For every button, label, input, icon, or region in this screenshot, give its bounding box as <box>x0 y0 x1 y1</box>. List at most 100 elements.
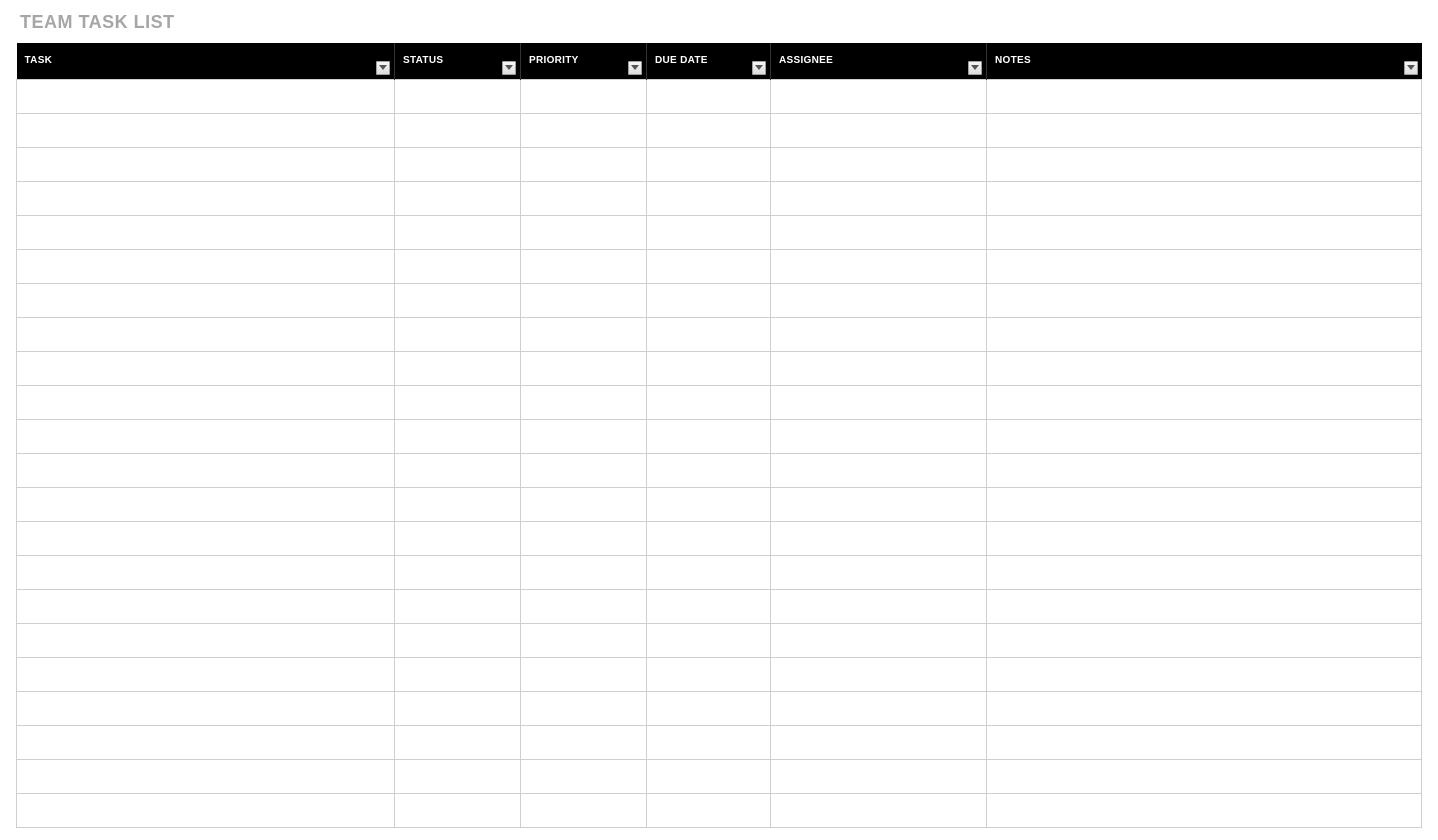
column-header-status[interactable]: STATUS <box>395 43 521 79</box>
filter-dropdown-button[interactable] <box>502 61 516 75</box>
cell-duedate[interactable] <box>647 793 771 827</box>
cell-notes[interactable] <box>987 521 1422 555</box>
cell-status[interactable] <box>395 249 521 283</box>
cell-priority[interactable] <box>521 419 647 453</box>
cell-task[interactable] <box>17 249 395 283</box>
cell-assignee[interactable] <box>771 147 987 181</box>
cell-duedate[interactable] <box>647 419 771 453</box>
cell-duedate[interactable] <box>647 759 771 793</box>
cell-notes[interactable] <box>987 793 1422 827</box>
cell-notes[interactable] <box>987 351 1422 385</box>
filter-dropdown-button[interactable] <box>376 61 390 75</box>
cell-duedate[interactable] <box>647 487 771 521</box>
column-header-notes[interactable]: NOTES <box>987 43 1422 79</box>
cell-notes[interactable] <box>987 555 1422 589</box>
cell-priority[interactable] <box>521 249 647 283</box>
cell-assignee[interactable] <box>771 793 987 827</box>
cell-task[interactable] <box>17 79 395 113</box>
cell-notes[interactable] <box>987 181 1422 215</box>
cell-status[interactable] <box>395 351 521 385</box>
cell-task[interactable] <box>17 555 395 589</box>
cell-priority[interactable] <box>521 793 647 827</box>
column-header-priority[interactable]: PRIORITY <box>521 43 647 79</box>
cell-assignee[interactable] <box>771 657 987 691</box>
cell-assignee[interactable] <box>771 623 987 657</box>
cell-notes[interactable] <box>987 623 1422 657</box>
cell-assignee[interactable] <box>771 181 987 215</box>
cell-task[interactable] <box>17 317 395 351</box>
cell-priority[interactable] <box>521 113 647 147</box>
cell-priority[interactable] <box>521 555 647 589</box>
cell-status[interactable] <box>395 487 521 521</box>
cell-task[interactable] <box>17 351 395 385</box>
cell-priority[interactable] <box>521 589 647 623</box>
filter-dropdown-button[interactable] <box>1404 61 1418 75</box>
cell-assignee[interactable] <box>771 589 987 623</box>
cell-assignee[interactable] <box>771 79 987 113</box>
cell-assignee[interactable] <box>771 385 987 419</box>
cell-assignee[interactable] <box>771 691 987 725</box>
cell-status[interactable] <box>395 385 521 419</box>
cell-notes[interactable] <box>987 385 1422 419</box>
cell-task[interactable] <box>17 215 395 249</box>
cell-status[interactable] <box>395 555 521 589</box>
cell-notes[interactable] <box>987 725 1422 759</box>
column-header-duedate[interactable]: DUE DATE <box>647 43 771 79</box>
cell-notes[interactable] <box>987 215 1422 249</box>
cell-assignee[interactable] <box>771 317 987 351</box>
cell-task[interactable] <box>17 691 395 725</box>
cell-status[interactable] <box>395 215 521 249</box>
cell-status[interactable] <box>395 79 521 113</box>
cell-notes[interactable] <box>987 453 1422 487</box>
cell-task[interactable] <box>17 113 395 147</box>
cell-priority[interactable] <box>521 283 647 317</box>
cell-notes[interactable] <box>987 79 1422 113</box>
cell-duedate[interactable] <box>647 283 771 317</box>
cell-notes[interactable] <box>987 317 1422 351</box>
cell-status[interactable] <box>395 691 521 725</box>
cell-notes[interactable] <box>987 147 1422 181</box>
cell-priority[interactable] <box>521 385 647 419</box>
cell-priority[interactable] <box>521 623 647 657</box>
cell-notes[interactable] <box>987 691 1422 725</box>
cell-priority[interactable] <box>521 487 647 521</box>
cell-duedate[interactable] <box>647 555 771 589</box>
filter-dropdown-button[interactable] <box>968 61 982 75</box>
cell-priority[interactable] <box>521 725 647 759</box>
cell-status[interactable] <box>395 317 521 351</box>
cell-status[interactable] <box>395 589 521 623</box>
cell-assignee[interactable] <box>771 249 987 283</box>
cell-priority[interactable] <box>521 181 647 215</box>
cell-priority[interactable] <box>521 759 647 793</box>
cell-duedate[interactable] <box>647 113 771 147</box>
cell-task[interactable] <box>17 385 395 419</box>
cell-priority[interactable] <box>521 691 647 725</box>
cell-notes[interactable] <box>987 283 1422 317</box>
cell-task[interactable] <box>17 589 395 623</box>
cell-priority[interactable] <box>521 351 647 385</box>
cell-status[interactable] <box>395 113 521 147</box>
cell-duedate[interactable] <box>647 249 771 283</box>
cell-notes[interactable] <box>987 657 1422 691</box>
cell-status[interactable] <box>395 181 521 215</box>
cell-status[interactable] <box>395 725 521 759</box>
cell-assignee[interactable] <box>771 351 987 385</box>
cell-duedate[interactable] <box>647 589 771 623</box>
cell-assignee[interactable] <box>771 113 987 147</box>
cell-status[interactable] <box>395 283 521 317</box>
column-header-assignee[interactable]: ASSIGNEE <box>771 43 987 79</box>
cell-duedate[interactable] <box>647 657 771 691</box>
filter-dropdown-button[interactable] <box>752 61 766 75</box>
cell-duedate[interactable] <box>647 351 771 385</box>
cell-task[interactable] <box>17 487 395 521</box>
cell-priority[interactable] <box>521 453 647 487</box>
cell-status[interactable] <box>395 759 521 793</box>
cell-notes[interactable] <box>987 759 1422 793</box>
cell-duedate[interactable] <box>647 691 771 725</box>
cell-status[interactable] <box>395 521 521 555</box>
filter-dropdown-button[interactable] <box>628 61 642 75</box>
cell-assignee[interactable] <box>771 759 987 793</box>
cell-priority[interactable] <box>521 521 647 555</box>
cell-notes[interactable] <box>987 487 1422 521</box>
cell-status[interactable] <box>395 453 521 487</box>
